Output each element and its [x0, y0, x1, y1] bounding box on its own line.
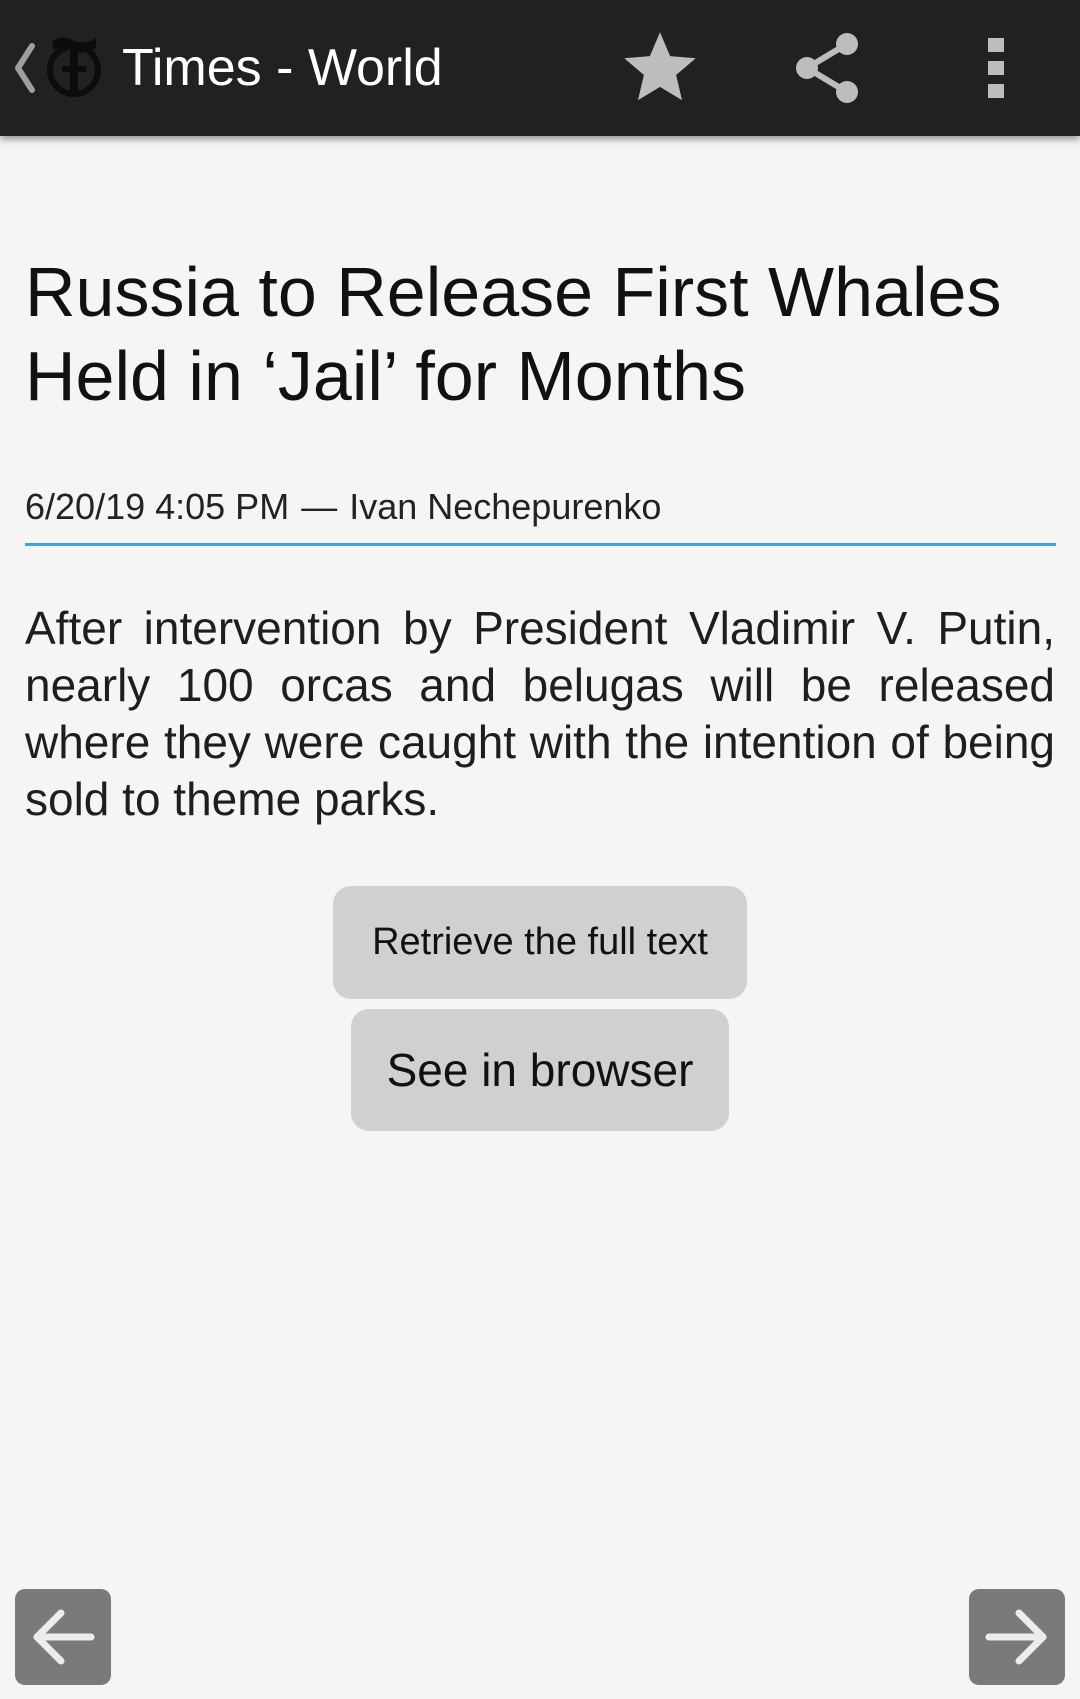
star-icon [624, 32, 696, 101]
app-title: Times - World [122, 39, 443, 97]
article-meta: 6/20/19 4:05 PM — Ivan Nechepurenko [25, 485, 661, 529]
retrieve-full-text-button[interactable]: Retrieve the full text [333, 886, 747, 999]
share-button[interactable] [778, 18, 878, 118]
previous-article-button[interactable] [15, 1589, 111, 1685]
more-vertical-icon [988, 38, 1004, 98]
arrow-left-icon [33, 1609, 95, 1665]
share-icon [796, 33, 858, 103]
article-headline: Russia to Release First Whales Held in ‘… [25, 253, 1002, 415]
chevron-left-icon [15, 43, 35, 93]
back-button[interactable] [0, 0, 110, 136]
favorite-button[interactable] [610, 18, 710, 118]
arrow-right-icon [985, 1609, 1047, 1665]
article-date: 6/20/19 4:05 PM [25, 486, 290, 527]
meta-separator: — [301, 486, 338, 527]
nyt-logo [47, 37, 101, 97]
next-article-button[interactable] [969, 1589, 1065, 1685]
see-in-browser-button[interactable]: See in browser [351, 1009, 729, 1131]
article-author: Ivan Nechepurenko [349, 486, 662, 527]
app-bar: Times - World [0, 0, 1080, 136]
overflow-menu-button[interactable] [946, 18, 1046, 118]
meta-divider [25, 543, 1056, 546]
article-summary: After intervention by President Vladimir… [25, 602, 1055, 825]
